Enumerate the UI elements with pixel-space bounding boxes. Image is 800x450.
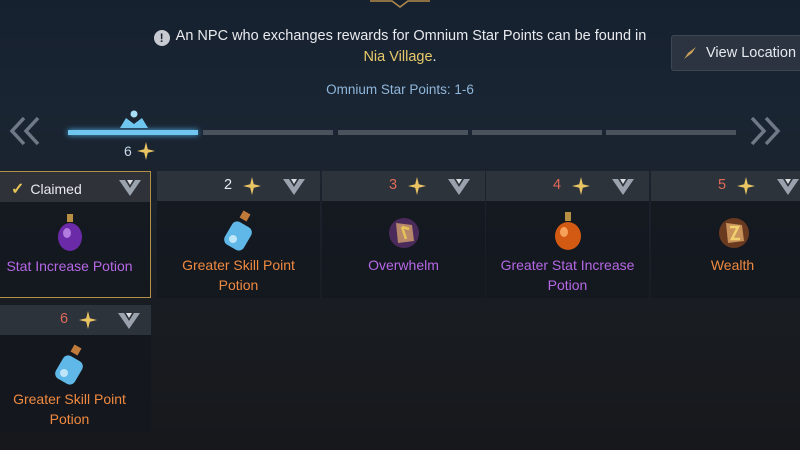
checkmark-icon: ✓ [11,181,25,198]
reward-card-1[interactable]: ✓ Claimed Stat Increase Potion [0,171,151,298]
reward-number: 3 [389,177,398,193]
star-point-icon [572,177,590,195]
reward-name: Greater Skill Point Potion [13,391,126,427]
reward-card-2[interactable]: 2 Greater Skill Point Potion [157,171,320,298]
claimed-label: Claimed [30,181,82,197]
emblem-icon [777,179,799,195]
reward-name: Wealth [710,257,755,273]
purple-potion-icon [57,214,82,251]
reward-card-6[interactable]: 6 Greater Skill Point Potion [0,305,151,432]
reward-number: 2 [224,177,233,193]
double-chevron-left-icon [9,116,40,146]
top-ornament-icon [370,0,430,8]
blue-potion-icon [54,344,83,385]
reward-card-header: 5 [651,171,800,201]
reward-name: Greater Stat Increase Potion [500,257,635,293]
progress-segment-3 [338,130,468,135]
reward-number: 6 [60,311,69,327]
emblem-icon [448,179,470,195]
progress-segment-4 [472,130,602,135]
progress-value: 6 [124,143,132,159]
view-location-button[interactable]: View Location [671,35,800,71]
orange-potion-icon [554,212,581,250]
reward-card-header: 6 [0,305,151,335]
star-point-icon [79,311,97,329]
double-chevron-right-icon [750,116,781,146]
reward-card-header: 4 [486,171,649,201]
star-points-range: Omnium Star Points: 1-6 [326,82,474,97]
reward-card-header: ✓ Claimed [0,172,150,202]
progress-marker-icon [120,110,148,128]
progress-segment-1 [68,130,198,135]
village-name: Nia Village [363,49,433,65]
emblem-icon [283,179,305,195]
progress-segment-2 [203,130,333,135]
notice-text: An NPC who exchanges rewards for Omnium … [175,28,647,44]
blue-potion-icon [223,210,252,251]
rune-icon [718,218,749,248]
reward-card-4[interactable]: 4 Greater Stat Increase Potion [486,171,649,298]
reward-number: 4 [553,177,562,193]
prev-page-button[interactable] [8,116,52,150]
view-location-label: View Location [706,45,797,61]
rune-icon [388,218,419,248]
star-point-icon [243,177,261,195]
reward-card-header: 3 [322,171,485,201]
info-icon: ! [153,30,170,46]
compass-icon [684,47,696,59]
reward-name: Stat Increase Potion [6,258,133,274]
star-point-icon [136,142,155,160]
next-page-button[interactable] [748,116,792,150]
reward-name: Overwhelm [368,257,439,273]
reward-card-5[interactable]: 5 Wealth [651,171,800,298]
claimed-status: ✓ Claimed [11,179,82,199]
star-point-icon [408,177,426,195]
progress-segment-5 [606,130,736,135]
progress-label: 6 [124,142,155,160]
reward-card-header: 2 [157,171,320,201]
emblem-icon [119,180,141,196]
star-point-icon [737,177,755,195]
emblem-icon [612,179,634,195]
reward-number: 5 [718,177,727,193]
reward-name: Greater Skill Point Potion [182,257,295,293]
reward-card-3[interactable]: 3 Overwhelm [322,171,485,298]
notice-period: . [432,49,437,65]
emblem-icon [118,313,140,329]
